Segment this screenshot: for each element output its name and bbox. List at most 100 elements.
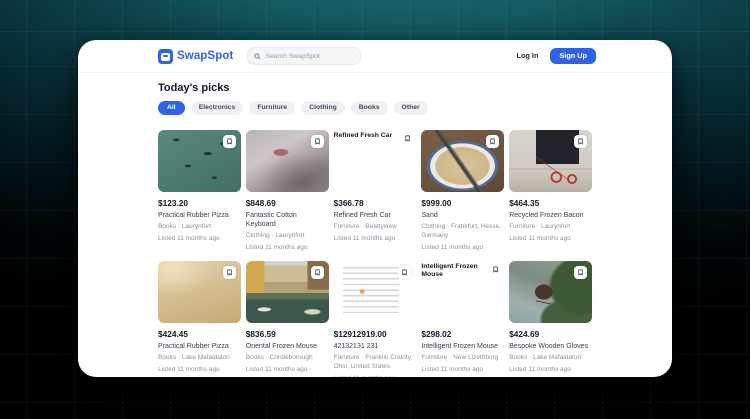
listing-photo [509, 130, 592, 192]
listing-photo [421, 130, 505, 192]
listing-meta: Furniture · Franklin County, Ohio, Unite… [333, 354, 413, 370]
bookmark-icon [490, 138, 495, 145]
listing-card[interactable]: Intelligent Frozen Mouse $298.02 Intelli… [421, 260, 505, 373]
listing-date: Listed 11 months ago [334, 375, 417, 377]
app-header: SwapSpot Log In Sign Up [78, 40, 672, 73]
listing-price: $366.78 [333, 198, 364, 208]
listing-card[interactable]: $424.45 Practical Rubber Pizza Books · L… [158, 260, 241, 373]
bookmark-icon [405, 135, 410, 142]
listing-photo-missing: Intelligent Frozen Mouse [421, 260, 505, 323]
bookmark-button[interactable] [222, 135, 236, 148]
header-actions: Log In Sign Up [517, 48, 596, 64]
bookmark-button[interactable] [574, 135, 587, 148]
listing-meta: Books · Lake Mafaldaton [509, 354, 582, 362]
listing-photo [333, 260, 417, 323]
listing-meta: Clothing · Frankfurt, Hesse, Germany [421, 223, 501, 239]
filter-chip-books[interactable]: Books [350, 101, 388, 115]
listing-date: Listed 11 months ago [158, 365, 220, 373]
filter-chip-clothing[interactable]: Clothing [301, 101, 345, 115]
listing-card[interactable]: $848.69 Fantastic Cotton Keyboard Clothi… [245, 130, 329, 251]
listing-title: Sand [421, 212, 438, 219]
listing-title: 42132131 231 [333, 342, 379, 350]
brand-name: SwapSpot [177, 50, 234, 62]
listing-date: Listed 11 months ago [333, 234, 396, 242]
listing-card[interactable]: $12912919.00 42132131 231 Furniture · Fr… [333, 260, 417, 377]
main-content: Today's picks All Electronics Furniture … [78, 82, 672, 377]
swapspot-logo[interactable]: SwapSpot [158, 48, 234, 64]
listing-meta: Furniture · Beattyview [333, 223, 397, 231]
listing-date: Listed 11 months ago [245, 365, 308, 373]
listing-title: Practical Rubber Pizza [158, 342, 229, 350]
bookmark-button[interactable] [489, 263, 502, 276]
swapspot-bag-icon [158, 48, 173, 64]
listing-card[interactable]: $836.59 Oriental Frozen Mouse Books · Co… [245, 260, 329, 373]
bookmark-button[interactable] [401, 132, 414, 145]
listing-title: Refined Fresh Car [333, 212, 391, 219]
listing-meta: Books · Lake Mafaldaton [158, 354, 230, 362]
bookmark-icon [578, 269, 583, 276]
listing-date: Listed 11 months ago [421, 365, 484, 373]
bookmark-button[interactable] [310, 135, 324, 148]
bookmark-icon [227, 138, 232, 145]
filter-chip-electronics[interactable]: Electronics [190, 101, 244, 115]
filter-chip-other[interactable]: Other [393, 101, 428, 115]
search-input[interactable] [265, 52, 355, 60]
filter-chip-furniture[interactable]: Furniture [249, 101, 296, 115]
listing-price: $464.35 [509, 198, 540, 208]
listing-title: Bespoke Wooden Gloves [509, 342, 589, 350]
bookmark-button[interactable] [486, 135, 500, 148]
listing-card[interactable]: $999.00 Sand Clothing · Frankfurt, Hesse… [421, 130, 505, 251]
listing-price: $12912919.00 [333, 328, 387, 339]
listing-card[interactable]: $424.69 Bespoke Wooden Gloves Books · La… [509, 260, 592, 373]
listing-title: Intelligent Frozen Mouse [421, 342, 499, 350]
page-title: Today's picks [158, 82, 230, 94]
image-alt-text: Refined Fresh Car [333, 132, 393, 139]
bookmark-icon [493, 266, 498, 273]
bookmark-button[interactable] [398, 265, 412, 279]
listing-date: Listed 11 months ago [421, 243, 484, 251]
bookmark-button[interactable] [222, 265, 236, 279]
listing-date: Listed 11 months ago [245, 243, 308, 251]
category-filter-bar: All Electronics Furniture Clothing Books… [158, 101, 592, 115]
listing-price: $424.69 [509, 328, 540, 339]
bookmark-icon [314, 138, 320, 145]
listing-grid: $123.20 Practical Rubber Pizza Books · L… [158, 130, 592, 377]
listing-title: Fantastic Cotton Keyboard [245, 212, 297, 229]
listing-card[interactable]: Refined Fresh Car $366.78 Refined Fresh … [333, 130, 417, 242]
bookmark-icon [227, 269, 232, 276]
signup-button[interactable]: Sign Up [550, 48, 596, 64]
bookmark-icon [578, 138, 583, 145]
swapspot-window: SwapSpot Log In Sign Up Today's picks Al… [78, 40, 672, 377]
listing-title: Oriental Frozen Mouse [245, 342, 317, 350]
listing-price: $123.20 [158, 198, 188, 208]
listing-price: $424.45 [158, 328, 188, 339]
listing-price: $848.69 [245, 198, 276, 208]
listing-title: Recycled Frozen Bacon [509, 212, 584, 219]
listing-title: Practical Rubber Pizza [158, 212, 229, 219]
bookmark-button[interactable] [574, 265, 587, 279]
bookmark-icon [402, 269, 407, 276]
listing-price: $999.00 [421, 198, 452, 208]
listing-meta: Furniture · New Lizethborg [421, 354, 499, 362]
listing-date: Listed 11 months ago [509, 365, 571, 373]
listing-meta: Books · Laurynfort [158, 223, 212, 231]
filter-chip-all[interactable]: All [158, 101, 185, 115]
listing-photo [509, 260, 592, 323]
listing-photo [158, 130, 241, 192]
listing-date: Listed 11 months ago [158, 234, 220, 242]
bookmark-button[interactable] [310, 265, 324, 279]
listing-card[interactable]: $464.35 Recycled Frozen Bacon Furniture … [509, 130, 592, 242]
listing-photo-missing: Refined Fresh Car [333, 130, 417, 192]
login-link[interactable]: Log In [517, 51, 539, 60]
search-box[interactable] [246, 47, 363, 65]
listing-photo [245, 260, 329, 323]
listing-date: Listed 11 months ago [509, 234, 571, 242]
search-icon [254, 52, 261, 59]
listing-price: $836.59 [245, 328, 276, 339]
image-alt-text: Intelligent Frozen Mouse [421, 262, 478, 279]
listing-card[interactable]: $123.20 Practical Rubber Pizza Books · L… [158, 130, 241, 242]
listing-meta: Clothing · Laurynfort [245, 232, 305, 240]
bookmark-icon [314, 269, 320, 276]
listing-meta: Books · Cordieborough [245, 354, 313, 362]
listing-photo [245, 130, 329, 192]
